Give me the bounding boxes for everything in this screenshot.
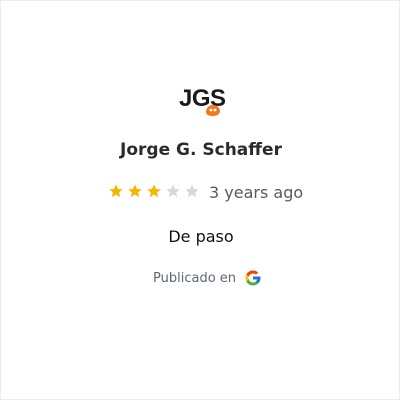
google-icon[interactable]: [244, 269, 262, 287]
star-icon: [128, 184, 142, 198]
published-on: Publicado en: [153, 269, 262, 287]
star-rating: [108, 183, 200, 199]
published-label: Publicado en: [153, 270, 237, 286]
logo-hand-icon: [206, 105, 220, 116]
review-time: 3 years ago: [209, 183, 304, 202]
star-icon: [109, 184, 123, 198]
star-icon: [147, 184, 161, 198]
star-icon: [166, 184, 180, 198]
reviewer-name: Jorge G. Schaffer: [120, 140, 282, 160]
review-card: JGS Jorge G. Schaffer 3 years ago De pas…: [0, 0, 400, 400]
star-icon: [185, 184, 199, 198]
review-text: De paso: [168, 227, 234, 246]
